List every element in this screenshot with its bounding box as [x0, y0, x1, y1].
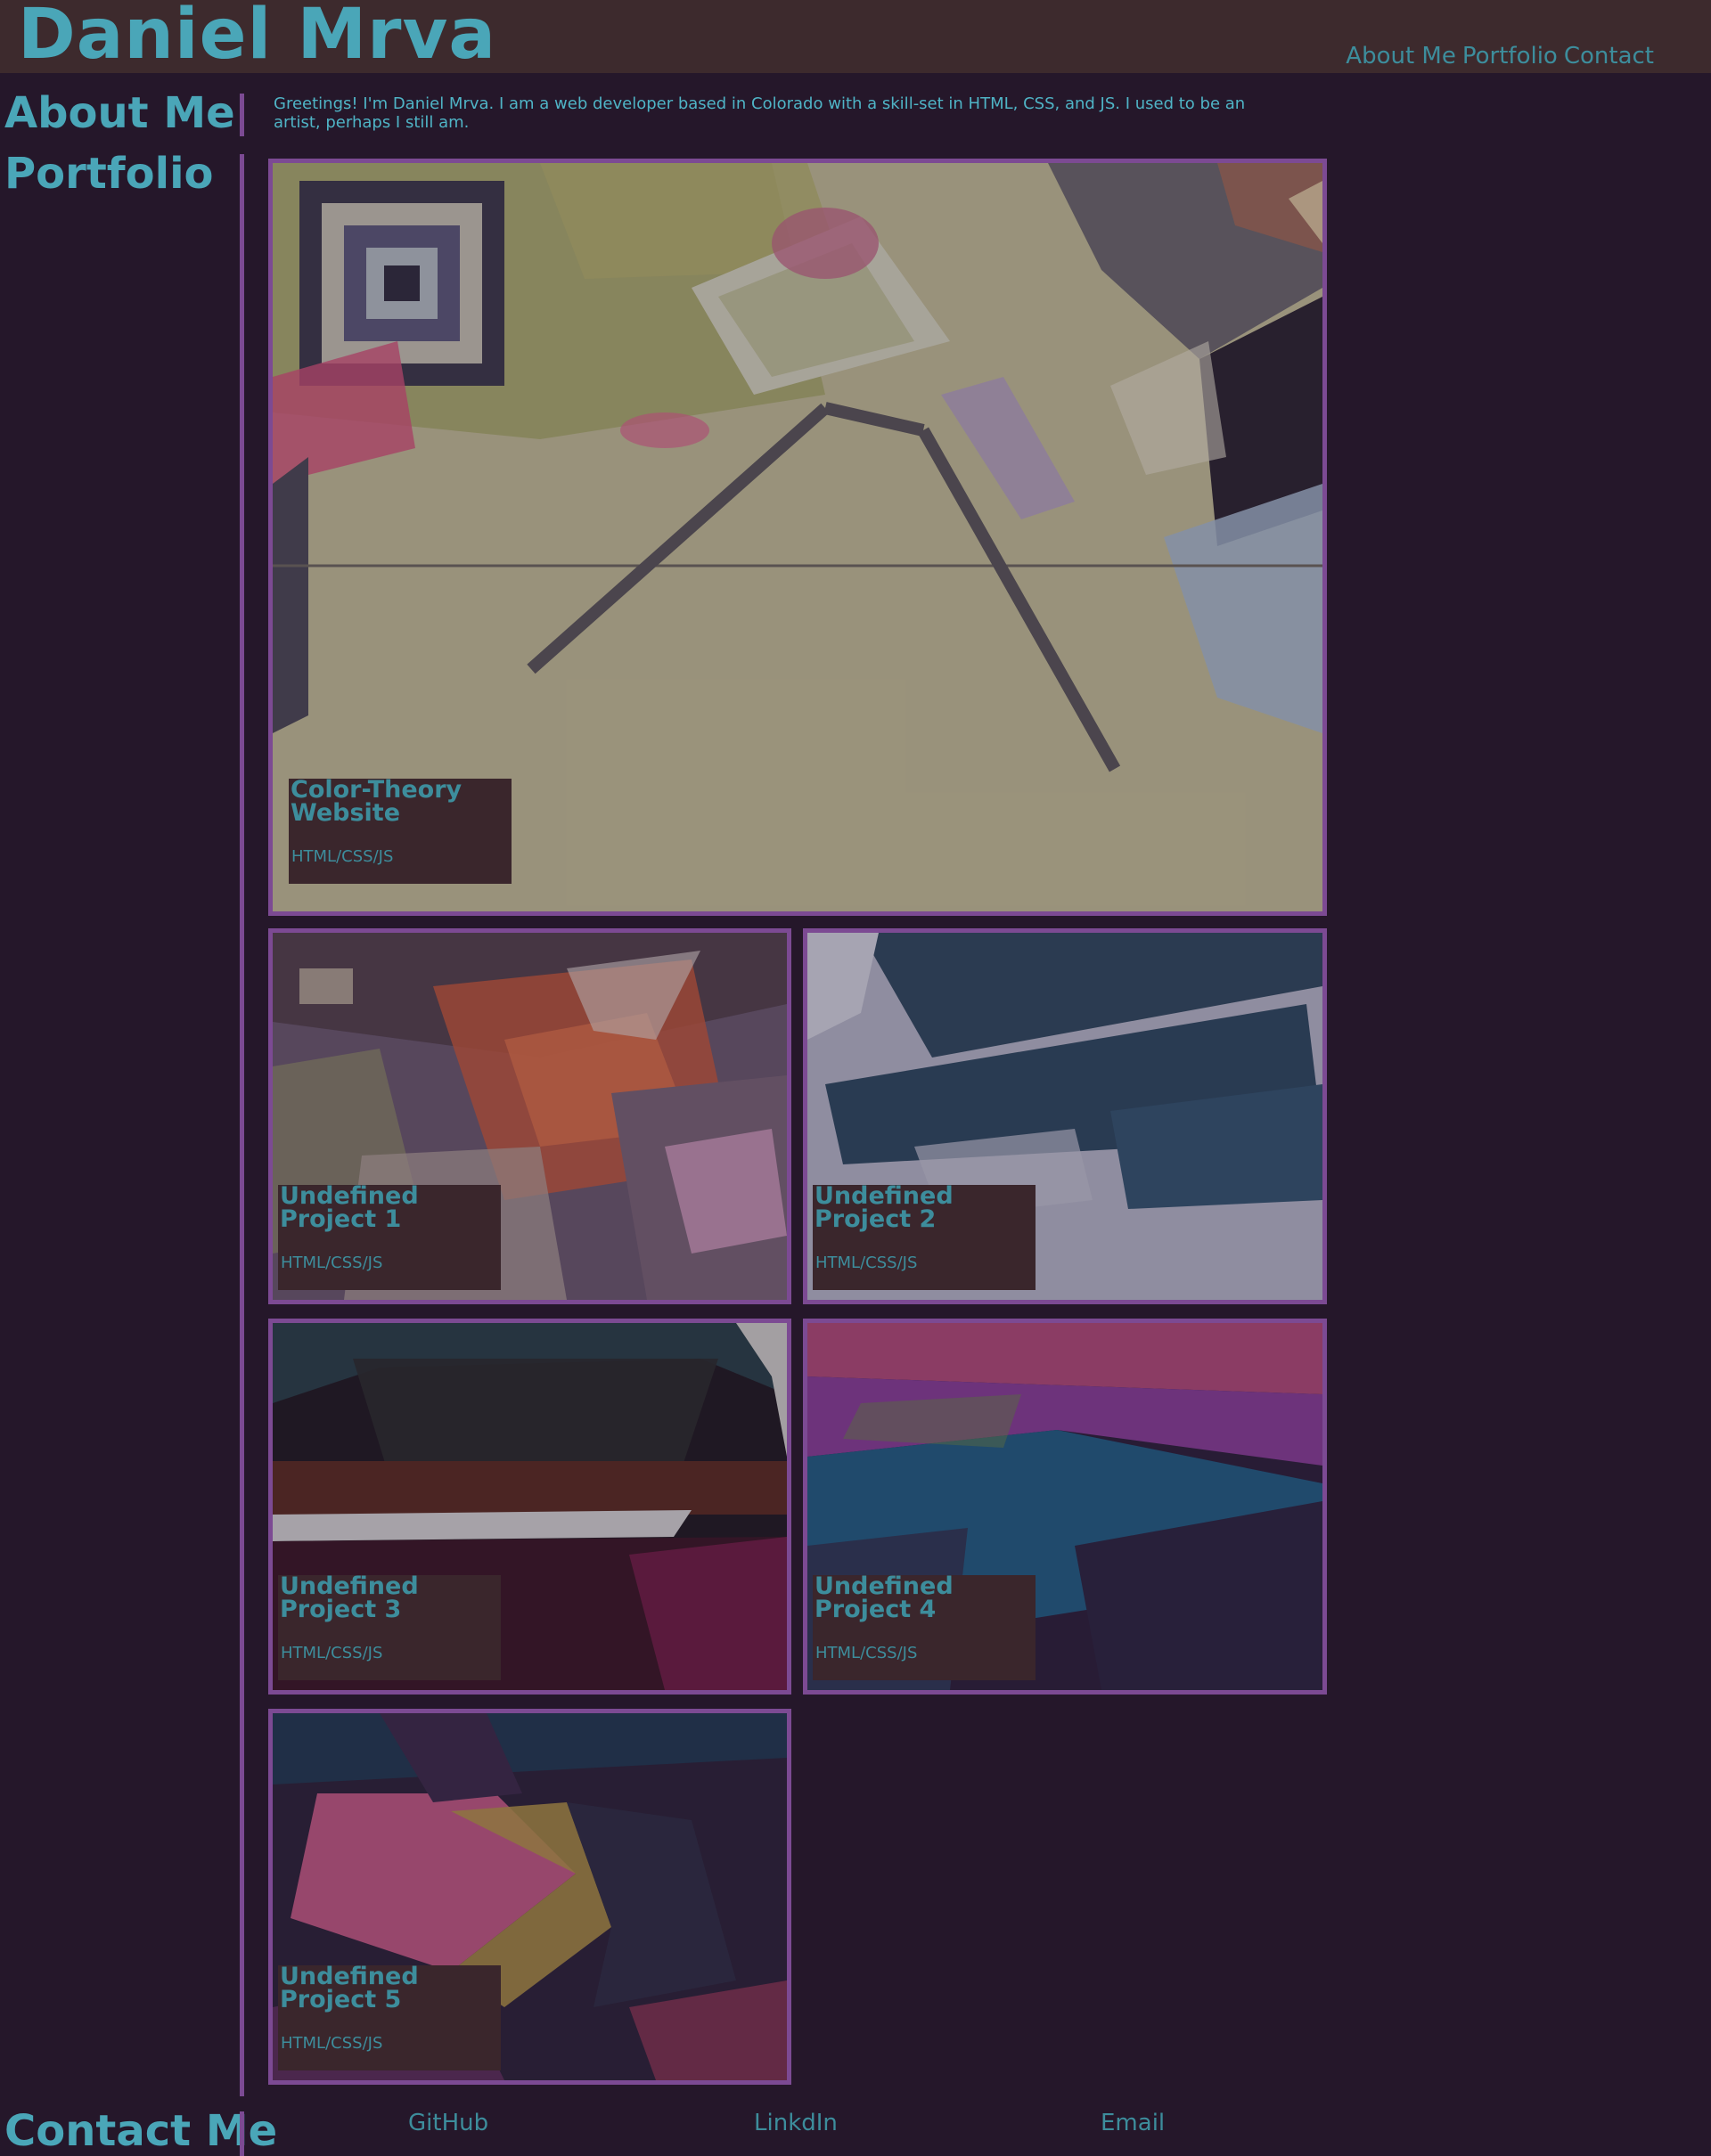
project-tech: HTML/CSS/JS [815, 1254, 918, 1272]
project-title: Undefined Project 5 [280, 1963, 419, 2013]
project-title: Undefined Project 1 [280, 1182, 419, 1233]
nav-link-about[interactable]: About Me [1346, 43, 1456, 69]
portfolio-heading: Portfolio [4, 149, 214, 199]
project-caption: Color-Theory Website HTML/CSS/JS [289, 776, 512, 884]
project-card-4[interactable]: Undefined Project 4 HTML/CSS/JS [803, 1319, 1327, 1695]
site-title: Daniel Mrva [18, 0, 497, 75]
nav-link-portfolio[interactable]: Portfolio [1462, 43, 1558, 69]
project-title: Undefined Project 4 [815, 1572, 954, 1623]
project-card-5[interactable]: Undefined Project 5 HTML/CSS/JS [268, 1709, 791, 2085]
project-caption: Undefined Project 3 HTML/CSS/JS [278, 1572, 501, 1680]
portfolio-divider [240, 154, 244, 2096]
about-divider [240, 94, 244, 136]
site-header: Daniel Mrva About Me Portfolio Contact [0, 0, 1711, 73]
linkedin-link[interactable]: LinkdIn [754, 2110, 838, 2136]
project-tech: HTML/CSS/JS [281, 1644, 383, 1662]
project-card-3[interactable]: Undefined Project 3 HTML/CSS/JS [268, 1319, 791, 1695]
project-card-featured[interactable]: Color-Theory Website HTML/CSS/JS [268, 159, 1327, 916]
project-caption: Undefined Project 4 HTML/CSS/JS [813, 1572, 1036, 1680]
project-title: Undefined Project 3 [280, 1572, 419, 1623]
project-caption: Undefined Project 2 HTML/CSS/JS [813, 1182, 1036, 1290]
project-tech: HTML/CSS/JS [281, 2034, 383, 2053]
project-card-2[interactable]: Undefined Project 2 HTML/CSS/JS [803, 928, 1327, 1304]
github-link[interactable]: GitHub [408, 2110, 488, 2136]
top-nav: About Me Portfolio Contact [1346, 43, 1654, 69]
project-tech: HTML/CSS/JS [291, 847, 394, 866]
project-card-1[interactable]: Undefined Project 1 HTML/CSS/JS [268, 928, 791, 1304]
project-title: Color-Theory Website [291, 776, 463, 827]
project-caption: Undefined Project 1 HTML/CSS/JS [278, 1182, 501, 1290]
project-caption: Undefined Project 5 HTML/CSS/JS [278, 1963, 501, 2070]
project-tech: HTML/CSS/JS [281, 1254, 383, 1272]
about-text: Greetings! I'm Daniel Mrva. I am a web d… [274, 94, 1246, 132]
project-tech: HTML/CSS/JS [815, 1644, 918, 1662]
project-title: Undefined Project 2 [815, 1182, 954, 1233]
about-heading: About Me [4, 88, 235, 138]
email-link[interactable]: Email [1101, 2110, 1165, 2136]
nav-link-contact[interactable]: Contact [1564, 43, 1654, 69]
contact-divider [240, 2111, 244, 2156]
contact-heading: Contact Me [4, 2106, 278, 2156]
